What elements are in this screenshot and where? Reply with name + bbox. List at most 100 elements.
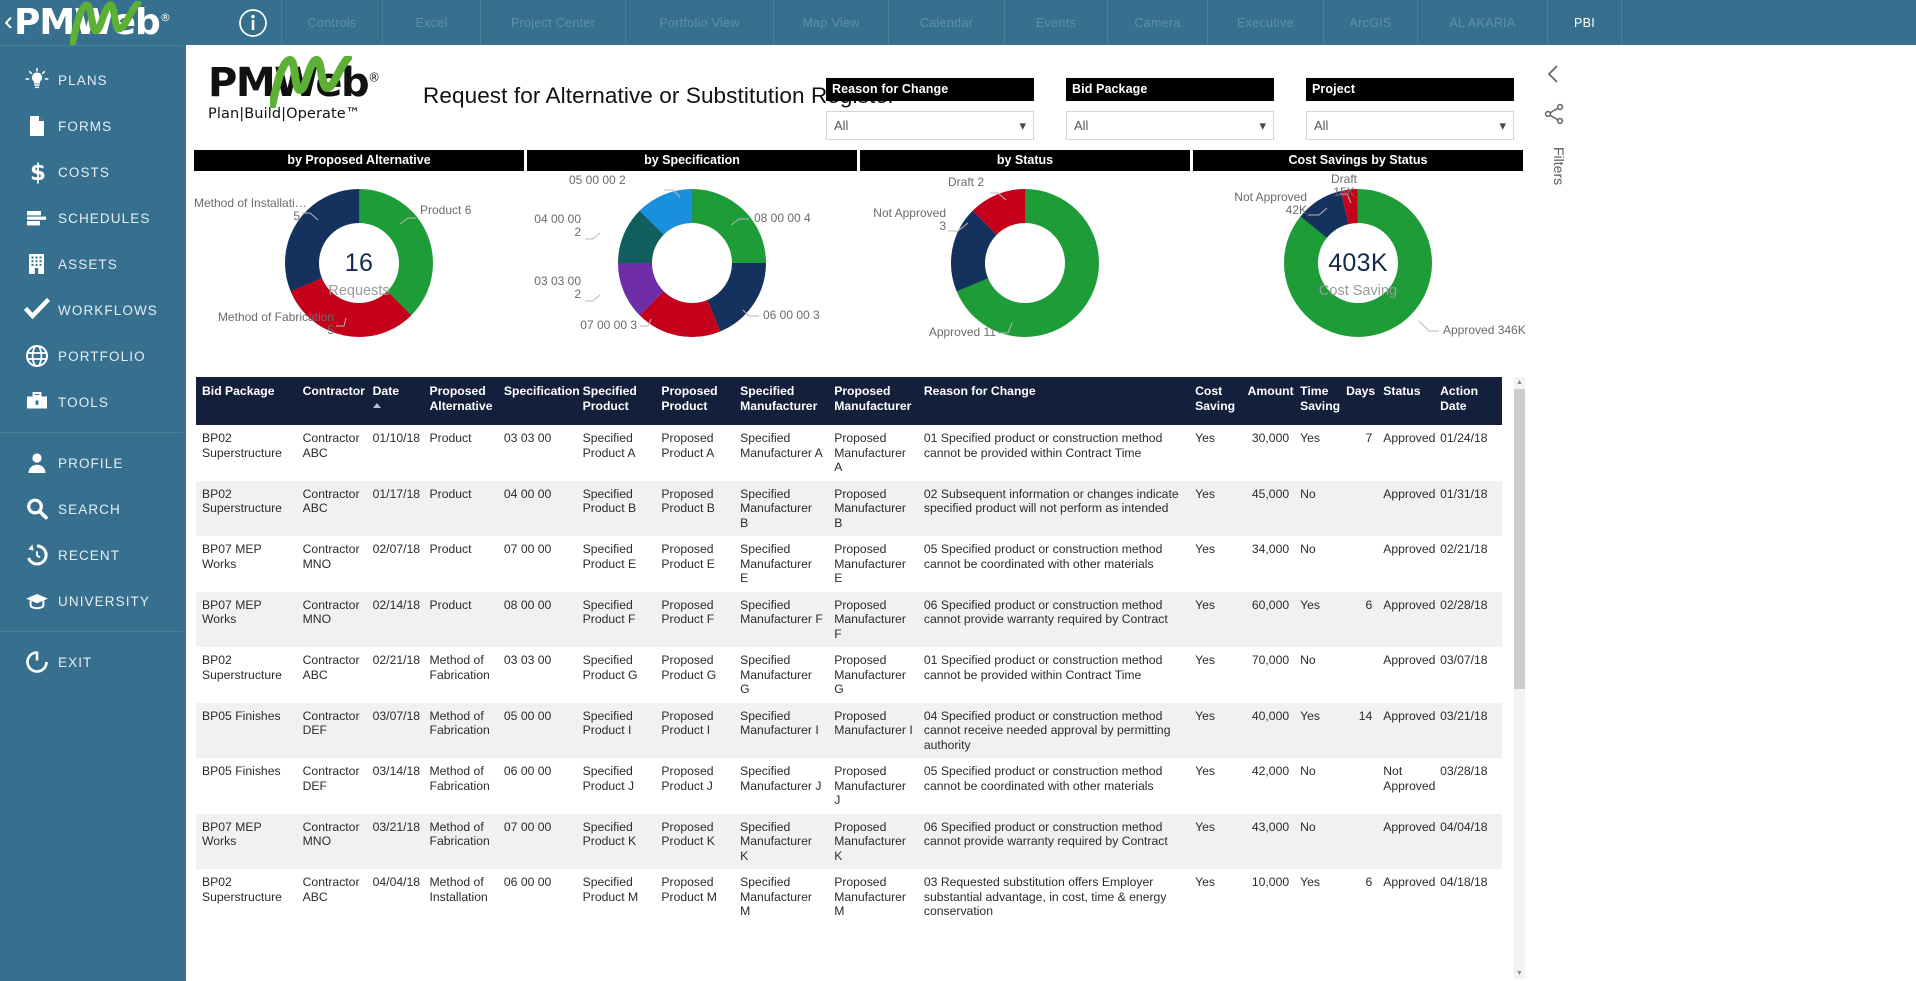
cell-contractor: Contractor MNO xyxy=(297,536,367,592)
chart-by-specification[interactable]: by Specification xyxy=(527,150,857,354)
sidebar-item-tools[interactable]: TOOLS xyxy=(0,379,183,425)
sidebar-item-label: ASSETS xyxy=(58,257,118,272)
tab-project-center[interactable]: Project Center xyxy=(480,0,625,45)
table-body: BP02 SuperstructureContractor ABC01/10/1… xyxy=(196,425,1502,925)
col-specification[interactable]: Specification xyxy=(498,377,577,425)
table-row[interactable]: BP02 SuperstructureContractor ABC01/10/1… xyxy=(196,425,1502,481)
cell-specified-product: Specified Product G xyxy=(577,647,656,703)
cell-specification: 07 00 00 xyxy=(498,536,577,592)
app-logo[interactable]: ‹ PMWeb® xyxy=(0,0,225,45)
cell-proposed-manufacturer: Proposed Manufacturer E xyxy=(828,536,918,592)
col-cost-saving[interactable]: Cost Saving xyxy=(1189,377,1242,425)
tab-excel[interactable]: Excel xyxy=(382,0,480,45)
sidebar-item-label: TOOLS xyxy=(58,395,109,410)
col-status[interactable]: Status xyxy=(1377,377,1434,425)
chevron-down-icon[interactable]: ▾ xyxy=(1019,118,1026,134)
col-time-saving[interactable]: Time Saving xyxy=(1294,377,1340,425)
cell-amount: 10,000 xyxy=(1242,869,1295,925)
sidebar-item-assets[interactable]: ASSETS xyxy=(0,241,183,287)
col-action-date[interactable]: Action Date xyxy=(1434,377,1502,425)
sidebar-item-workflows[interactable]: WORKFLOWS xyxy=(0,287,183,333)
tab-calendar[interactable]: Calendar xyxy=(888,0,1004,45)
info-button[interactable] xyxy=(225,8,281,38)
reason-for-change-select[interactable]: All ▾ xyxy=(826,111,1034,140)
chevron-down-icon[interactable]: ▾ xyxy=(1499,118,1506,134)
gantt-bars-icon xyxy=(24,203,58,233)
cell-specification: 03 03 00 xyxy=(498,647,577,703)
cell-contractor: Contractor MNO xyxy=(297,592,367,648)
col-proposed-manufacturer[interactable]: Proposed Manufacturer xyxy=(828,377,918,425)
tab-controls[interactable]: Controls xyxy=(281,0,382,45)
table-row[interactable]: BP07 MEP WorksContractor MNO02/07/18Prod… xyxy=(196,536,1502,592)
scroll-down-arrow-icon[interactable]: ▼ xyxy=(1514,968,1525,979)
chevron-down-icon[interactable]: ▾ xyxy=(1259,118,1266,134)
table-vertical-scrollbar[interactable]: ▲ ▼ xyxy=(1514,377,1525,979)
table-row[interactable]: BP05 FinishesContractor DEF03/14/18Metho… xyxy=(196,758,1502,814)
chart-by-proposed-alternative[interactable]: by Proposed Alternative 16 xyxy=(194,150,524,354)
sidebar-item-schedules[interactable]: SCHEDULES xyxy=(0,195,183,241)
tab-map-view[interactable]: Map View xyxy=(773,0,888,45)
table-row[interactable]: BP02 SuperstructureContractor ABC02/21/1… xyxy=(196,647,1502,703)
tab-arcgis[interactable]: ArcGIS xyxy=(1323,0,1417,45)
building-icon xyxy=(24,249,58,279)
tab-executive[interactable]: Executive xyxy=(1207,0,1323,45)
col-proposed-product[interactable]: Proposed Product xyxy=(655,377,734,425)
tab-pbi[interactable]: PBI xyxy=(1547,0,1622,45)
scrollbar-thumb[interactable] xyxy=(1514,389,1525,689)
bid-package-select[interactable]: All ▾ xyxy=(1066,111,1274,140)
exit-arrow-icon xyxy=(24,647,58,677)
sidebar-item-portfolio[interactable]: PORTFOLIO xyxy=(0,333,183,379)
cell-action-date: 01/31/18 xyxy=(1434,481,1502,537)
filters-panel-tab[interactable]: Filters xyxy=(1537,57,1583,247)
col-proposed-alternative[interactable]: Proposed Alternative xyxy=(424,377,498,425)
cell-specified-product: Specified Product B xyxy=(577,481,656,537)
cell-cost-saving: Yes xyxy=(1189,647,1242,703)
col-date[interactable]: Date xyxy=(367,377,424,425)
col-contractor[interactable]: Contractor xyxy=(297,377,367,425)
sidebar-item-costs[interactable]: $ COSTS xyxy=(0,149,183,195)
col-specified-manufacturer[interactable]: Specified Manufacturer xyxy=(734,377,828,425)
history-clock-icon xyxy=(24,540,58,570)
table-row[interactable]: BP05 FinishesContractor DEF03/07/18Metho… xyxy=(196,703,1502,759)
table-row[interactable]: BP02 SuperstructureContractor ABC01/17/1… xyxy=(196,481,1502,537)
sidebar-item-plans[interactable]: PLANS xyxy=(0,57,183,103)
tab-camera[interactable]: Camera xyxy=(1107,0,1207,45)
cell-proposed-alternative: Product xyxy=(424,425,498,481)
table-row[interactable]: BP07 MEP WorksContractor MNO03/21/18Meth… xyxy=(196,814,1502,870)
slice-label-not-approved: Not Approved3 xyxy=(860,207,946,233)
table-row[interactable]: BP02 SuperstructureContractor ABC04/04/1… xyxy=(196,869,1502,925)
tab-al-akaria[interactable]: AL AKARIA xyxy=(1417,0,1547,45)
sidebar-item-forms[interactable]: FORMS xyxy=(0,103,183,149)
globe-icon xyxy=(24,341,58,371)
scroll-up-arrow-icon[interactable]: ▲ xyxy=(1514,377,1525,388)
cell-specified-manufacturer: Specified Manufacturer J xyxy=(734,758,828,814)
tab-events[interactable]: Events xyxy=(1004,0,1107,45)
col-bid-package[interactable]: Bid Package xyxy=(196,377,297,425)
project-select[interactable]: All ▾ xyxy=(1306,111,1514,140)
cell-date: 02/07/18 xyxy=(367,536,424,592)
sidebar-item-recent[interactable]: RECENT xyxy=(0,532,183,578)
chart-by-status[interactable]: by Status Draft 2 xyxy=(860,150,1190,354)
cell-proposed-product: Proposed Product M xyxy=(655,869,734,925)
col-days[interactable]: Days xyxy=(1340,377,1377,425)
chart-cost-savings-by-status[interactable]: Cost Savings by Status 403K xyxy=(1193,150,1523,354)
cell-amount: 34,000 xyxy=(1242,536,1295,592)
col-amount[interactable]: Amount xyxy=(1242,377,1295,425)
graduation-cap-icon xyxy=(24,586,58,616)
back-chevron-icon[interactable]: ‹ xyxy=(4,8,13,35)
tab-portfolio-view[interactable]: Portfolio View xyxy=(625,0,773,45)
sidebar-item-exit[interactable]: EXIT xyxy=(0,639,183,685)
col-reason-for-change[interactable]: Reason for Change xyxy=(918,377,1189,425)
table-row[interactable]: BP07 MEP WorksContractor MNO02/14/18Prod… xyxy=(196,592,1502,648)
sidebar-divider-2 xyxy=(0,631,183,632)
sidebar-item-label: PORTFOLIO xyxy=(58,349,146,364)
register-table-container[interactable]: Bid Package Contractor Date Proposed Alt… xyxy=(196,377,1516,979)
sidebar-item-search[interactable]: SEARCH xyxy=(0,486,183,532)
sidebar-item-university[interactable]: UNIVERSITY xyxy=(0,578,183,624)
sidebar-item-profile[interactable]: PROFILE xyxy=(0,440,183,486)
info-circle-icon[interactable] xyxy=(238,8,268,38)
swoosh-icon xyxy=(270,56,352,108)
col-specified-product[interactable]: Specified Product xyxy=(577,377,656,425)
cell-cost-saving: Yes xyxy=(1189,758,1242,814)
slice-label-03-03-00: 03 03 002 xyxy=(527,275,581,301)
